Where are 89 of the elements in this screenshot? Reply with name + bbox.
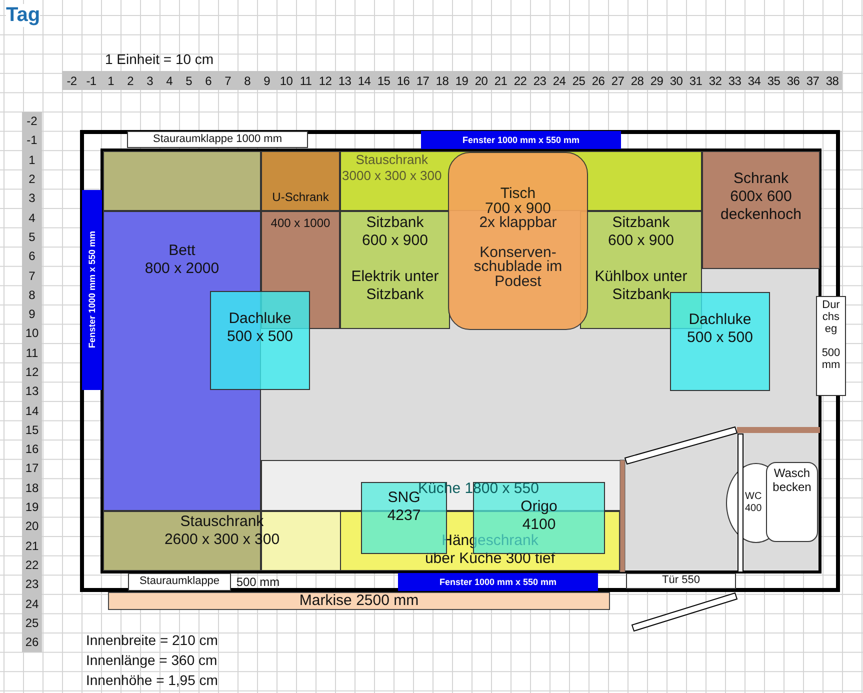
column-header: 24 <box>552 72 567 90</box>
column-header: 3 <box>146 72 154 90</box>
column-header: 27 <box>610 72 626 90</box>
column-header: 11 <box>298 72 313 90</box>
row-header: 9 <box>28 306 36 324</box>
column-header: 33 <box>727 72 742 90</box>
column-header: 35 <box>766 72 782 90</box>
row-header: 1 <box>28 152 36 169</box>
row-header: 22 <box>24 556 40 574</box>
column-header: 8 <box>243 72 252 90</box>
column-header: 7 <box>224 72 232 90</box>
column-header: 36 <box>786 72 801 90</box>
sink: Wasch becken <box>766 462 818 542</box>
table: Tisch 700 x 900 2x klappbar Konserven- schublade im Podest <box>448 152 588 330</box>
column-header: 26 <box>590 72 606 90</box>
row-header: -1 <box>26 132 38 150</box>
skylight: Dachluke 500 x 500 <box>670 292 770 391</box>
column-header: 32 <box>708 72 723 90</box>
furniture-zone: Sitzbank 600 x 900 Elektrik unter Sitzbank <box>340 211 450 329</box>
row-header: 10 <box>24 325 40 342</box>
row-header: 23 <box>24 576 40 594</box>
row-header: 16 <box>24 441 40 458</box>
column-header: 13 <box>337 72 352 90</box>
row-header: 12 <box>24 364 40 381</box>
row-header: 3 <box>28 190 36 208</box>
row-header: 6 <box>28 248 36 266</box>
column-header: 6 <box>204 72 212 90</box>
furniture-zone: U-Schrank <box>261 151 340 211</box>
window-label: Fenster 1000 mm x 550 mm <box>398 573 598 591</box>
column-header: 31 <box>688 72 704 90</box>
row-header: 19 <box>24 499 40 516</box>
furniture-zone: Schrank 600x 600 deckenhoch <box>702 151 820 269</box>
row-header: 13 <box>24 383 40 400</box>
column-header: 1 <box>106 72 115 90</box>
column-header: 18 <box>434 72 450 90</box>
column-header: 19 <box>454 72 470 90</box>
row-header: 11 <box>24 344 40 362</box>
column-header: 14 <box>356 72 372 90</box>
plan-label: 500 mm <box>235 574 281 591</box>
column-header: 10 <box>278 72 294 90</box>
column-header: 34 <box>746 72 762 90</box>
hatch-label: Stauraumklappe 1000 mm <box>127 131 308 148</box>
row-header: 20 <box>24 518 40 536</box>
skylight: Dachluke 500 x 500 <box>210 291 310 390</box>
sheet-title: Tag <box>6 4 40 27</box>
column-header: 16 <box>396 72 411 90</box>
row-header: 26 <box>24 634 40 652</box>
row-header: 17 <box>24 460 40 478</box>
column-header: 15 <box>376 72 392 90</box>
hatch-label: Stauraumklappe <box>128 573 231 591</box>
row-header: 25 <box>24 614 40 632</box>
column-header: 9 <box>262 72 271 90</box>
scale-note: 1 Einheit = 10 cm <box>105 51 214 67</box>
column-header: 23 <box>532 72 548 90</box>
column-header: 30 <box>668 72 684 90</box>
column-header: 29 <box>649 72 664 90</box>
row-header: -2 <box>26 113 38 130</box>
row-header: 14 <box>24 402 40 420</box>
dimension-note: Innenlänge = 360 cm <box>86 651 218 670</box>
column-header: 2 <box>126 72 134 90</box>
column-header: 22 <box>512 72 528 90</box>
column-header: 28 <box>630 72 645 90</box>
row-header: 15 <box>24 422 40 439</box>
row-header: 18 <box>24 480 40 497</box>
column-header: 25 <box>571 72 586 90</box>
row-header: 4 <box>28 210 36 227</box>
row-header: 5 <box>28 228 36 246</box>
row-header: 2 <box>28 171 36 188</box>
row-header: 21 <box>24 538 40 555</box>
column-header: -1 <box>85 72 98 90</box>
column-header: 5 <box>184 72 193 90</box>
column-header: 4 <box>165 72 174 90</box>
row-header: 24 <box>24 596 40 613</box>
row-header: 8 <box>28 286 36 304</box>
column-header: 38 <box>824 72 840 90</box>
column-header: 12 <box>318 72 333 90</box>
column-header: 20 <box>474 72 489 90</box>
column-header: 21 <box>493 72 508 90</box>
dimension-note: Innenbreite = 210 cm <box>86 631 218 650</box>
column-header: -2 <box>66 72 78 90</box>
furniture-zone: Markise 2500 mm <box>108 592 610 610</box>
column-header: 17 <box>415 72 430 90</box>
hatch-label: Tür 550 <box>626 573 736 589</box>
window-label: Fenster 1000 mm x 550 mm <box>421 131 621 149</box>
row-header: 7 <box>28 268 36 285</box>
column-header: 37 <box>805 72 820 90</box>
hatch-label: Dur chs eg 500 mm <box>816 296 846 396</box>
dimension-note: Innenhöhe = 1,95 cm <box>86 671 218 690</box>
window-label: Fenster 1000 mm x 550 mm <box>82 190 102 390</box>
